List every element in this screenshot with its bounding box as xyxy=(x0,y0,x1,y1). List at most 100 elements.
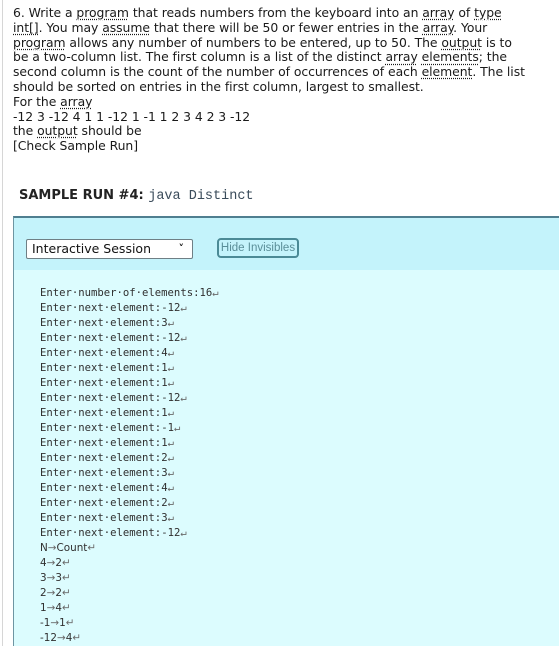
question-text-span: that reads numbers from the keyboard int… xyxy=(128,5,423,20)
console-prompt-line: Enter·next·element:3↵ xyxy=(40,466,559,481)
row-count: 2 xyxy=(55,557,62,569)
glossary-link[interactable]: array xyxy=(385,49,417,64)
newline-marker-icon: ↵ xyxy=(61,602,71,614)
newline-marker-icon: ↵ xyxy=(167,497,174,509)
glossary-link[interactable]: elements xyxy=(422,49,479,64)
console-input-value: -12 xyxy=(161,332,181,344)
glossary-link[interactable]: assume xyxy=(102,20,150,35)
console-table-row: 3→3↵ xyxy=(40,571,559,586)
console-prompt-line: Enter·next·element:-12↵ xyxy=(40,301,559,316)
session-mode-value: Interactive Session xyxy=(32,241,152,256)
console-prompt: Enter·next·element: xyxy=(40,482,162,494)
question-line: be a two-column list. The first column i… xyxy=(13,49,553,65)
row-value: 1 xyxy=(40,602,47,614)
glossary-link[interactable]: array xyxy=(422,5,454,20)
console-prompt: Enter·next·element: xyxy=(40,527,162,539)
glossary-link[interactable]: output xyxy=(441,35,482,50)
glossary-link[interactable]: type xyxy=(474,5,502,20)
row-value: 3 xyxy=(40,572,47,584)
console-prompt-line: Enter·next·element:3↵ xyxy=(40,316,559,331)
row-count: 2 xyxy=(55,587,62,599)
newline-marker-icon: ↵ xyxy=(180,302,187,314)
newline-marker-icon: ↵ xyxy=(167,482,174,494)
question-line: the output should be xyxy=(13,123,553,139)
console-prompt-line: Enter·next·element:3↵ xyxy=(40,511,559,526)
console-prompt-line: Enter·next·element:4↵ xyxy=(40,346,559,361)
newline-marker-icon: ↵ xyxy=(61,572,71,584)
console-prompt: Enter·next·element: xyxy=(40,422,162,434)
chevron-down-icon: ˅ xyxy=(178,242,185,255)
console-table-row: 4→2↵ xyxy=(40,556,559,571)
question-text-span: of xyxy=(454,5,475,20)
console-table-row: -12→4↵ xyxy=(40,631,559,646)
console-prompt-line: Enter·next·element:2↵ xyxy=(40,496,559,511)
console-prompt: Enter·next·element: xyxy=(40,332,162,344)
question-text-span: . The list xyxy=(472,64,525,80)
glossary-link[interactable]: program xyxy=(13,35,66,50)
question-text-span: second column is the count of the number… xyxy=(13,64,422,80)
console-prompt: Enter·next·element: xyxy=(40,437,162,449)
glossary-link[interactable]: program xyxy=(76,5,129,20)
question-line: int[]. You may assume that there will be… xyxy=(13,19,553,36)
row-value: 2 xyxy=(40,587,47,599)
newline-marker-icon: ↵ xyxy=(61,587,71,599)
console-prompt: Enter·next·element: xyxy=(40,302,162,314)
glossary-link[interactable]: array xyxy=(423,20,454,35)
console-prompt-line: Enter·number·of·elements:16↵ xyxy=(40,286,559,301)
tab-marker-icon: → xyxy=(56,632,66,644)
question-text: 6. Write a program that reads numbers fr… xyxy=(13,5,553,154)
question-text-span: -12 3 -12 4 1 1 -12 1 -1 1 2 3 4 2 3 -12 xyxy=(13,108,251,124)
question-text-span: 6. Write a xyxy=(13,5,77,20)
question-text-span: should be xyxy=(77,123,142,139)
glossary-link[interactable]: output xyxy=(37,123,78,138)
console-prompt: Enter·next·element: xyxy=(40,392,162,404)
newline-marker-icon: ↵ xyxy=(61,557,71,569)
newline-marker-icon: ↵ xyxy=(173,422,181,434)
glossary-link[interactable]: element xyxy=(422,64,473,79)
question-line: should be sorted on entries in the first… xyxy=(13,78,553,95)
hide-invisibles-button[interactable]: Hide Invisibles xyxy=(217,238,299,258)
console-prompt-line: Enter·next·element:4↵ xyxy=(40,481,559,496)
header-count: Count xyxy=(56,542,88,554)
row-value: -1 xyxy=(40,617,51,629)
console-input-value: -12 xyxy=(161,527,181,539)
row-count: 3 xyxy=(55,572,62,584)
console-prompt-line: Enter·next·element:1↵ xyxy=(40,436,559,451)
question-text-span: that there will be 50 or fewer entries i… xyxy=(149,19,423,35)
question-text-span: [Check Sample Run] xyxy=(13,138,138,154)
tab-marker-icon: → xyxy=(47,542,57,554)
console-input-value: -12 xyxy=(161,392,181,404)
newline-marker-icon: ↵ xyxy=(180,392,187,404)
header-n: N xyxy=(40,542,48,554)
page-left-border xyxy=(2,0,3,646)
console-input-value: -1 xyxy=(161,422,174,434)
console-prompt-line: Enter·next·element:-12↵ xyxy=(40,526,559,541)
row-value: -12 xyxy=(40,632,57,644)
question-line: second column is the count of the number… xyxy=(13,64,553,80)
newline-marker-icon: ↵ xyxy=(72,632,82,644)
question-line: -12 3 -12 4 1 1 -12 1 -1 1 2 3 4 2 3 -12 xyxy=(13,108,553,125)
question-text-span: be a two-column list. The first column i… xyxy=(13,49,386,65)
glossary-link[interactable]: int[] xyxy=(13,20,39,35)
glossary-link[interactable]: array xyxy=(60,94,92,109)
row-count: 1 xyxy=(59,617,66,629)
newline-marker-icon: ↵ xyxy=(167,512,174,524)
newline-marker-icon: ↵ xyxy=(167,467,174,479)
question-text-span: ; the xyxy=(478,49,507,65)
sample-run-label: SAMPLE RUN #4: xyxy=(19,188,144,203)
question-text-span: . Your xyxy=(453,19,488,35)
newline-marker-icon: ↵ xyxy=(167,452,174,464)
row-value: 4 xyxy=(40,557,47,569)
session-mode-select[interactable]: Interactive Session ˅ xyxy=(26,239,193,259)
question-text-span: should be sorted on entries in the first… xyxy=(13,78,424,94)
question-text-span: the xyxy=(13,123,38,139)
newline-marker-icon: ↵ xyxy=(167,377,174,389)
question-line: [Check Sample Run] xyxy=(13,138,553,154)
panel-header: Interactive Session ˅ Hide Invisibles xyxy=(14,218,559,270)
console-prompt: Enter·next·element: xyxy=(40,467,162,479)
newline-marker-icon: ↵ xyxy=(167,362,174,374)
console-prompt: Enter·next·element: xyxy=(40,347,162,359)
console-prompt: Enter·next·element: xyxy=(40,512,162,524)
newline-marker-icon: ↵ xyxy=(180,527,187,539)
question-line: 6. Write a program that reads numbers fr… xyxy=(13,5,553,21)
